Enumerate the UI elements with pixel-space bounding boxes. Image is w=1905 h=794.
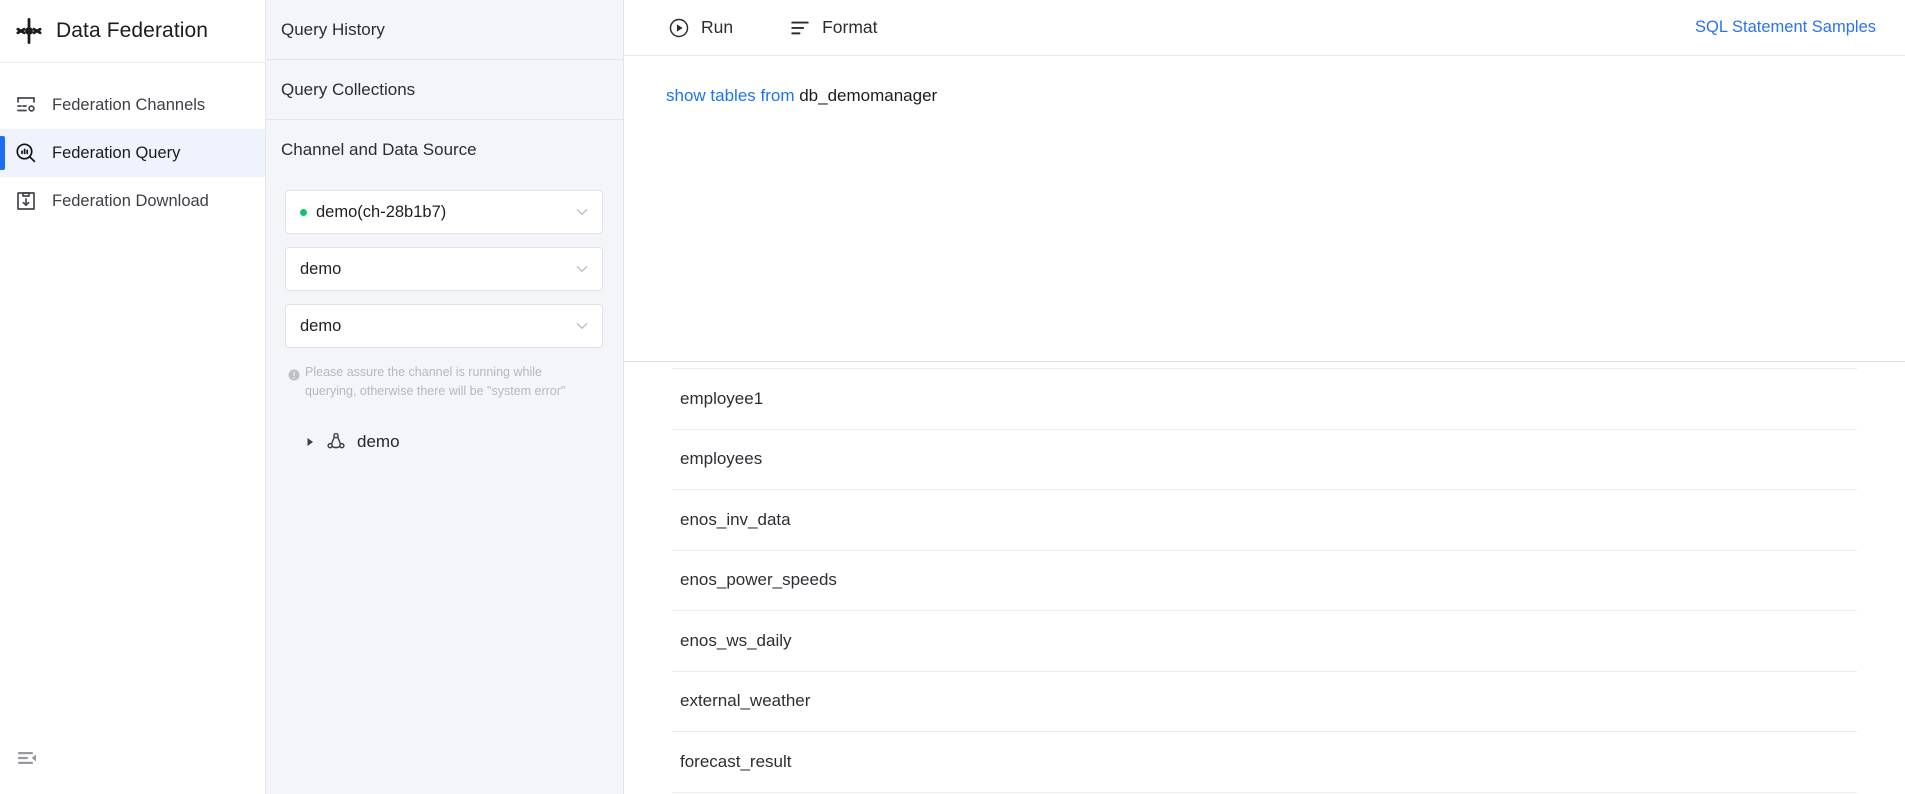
section-label: Query History xyxy=(281,20,385,40)
sql-identifier: db_demomanager xyxy=(795,86,938,105)
format-lines-icon xyxy=(789,17,811,39)
section-channel-and-data-source: Channel and Data Source xyxy=(266,120,623,180)
snowflake-logo-icon xyxy=(14,16,44,46)
channel-select-value: demo(ch-28b1b7) xyxy=(316,203,446,222)
table-cell-name: forecast_result xyxy=(680,752,792,772)
section-query-collections[interactable]: Query Collections xyxy=(266,60,623,120)
table-row[interactable]: enos_ws_daily xyxy=(672,611,1857,672)
tree-item-label: demo xyxy=(357,432,400,452)
download-box-icon xyxy=(14,189,38,213)
brand-header: Data Federation xyxy=(0,0,265,63)
data-source-tree: demo xyxy=(285,427,603,457)
sidebar-item-federation-download[interactable]: Federation Download xyxy=(0,177,265,225)
sidebar-item-federation-query[interactable]: Federation Query xyxy=(0,129,265,177)
channel-select[interactable]: demo(ch-28b1b7) xyxy=(285,190,603,234)
datasource-select-value: demo xyxy=(300,260,341,279)
play-circle-icon xyxy=(668,17,690,39)
table-row[interactable]: employees xyxy=(672,430,1857,491)
chevron-down-icon xyxy=(574,261,590,277)
editor-toolbar: Run Format SQL Statement Samples xyxy=(624,0,1905,56)
table-cell-name: enos_ws_daily xyxy=(680,631,792,651)
sidebar-nav: Federation Channels Federation Query xyxy=(0,63,265,225)
table-cell-name: external_weather xyxy=(680,691,810,711)
database-select-value: demo xyxy=(300,317,341,336)
sql-statement-samples-link[interactable]: SQL Statement Samples xyxy=(1695,18,1876,37)
channel-running-hint: Please assure the channel is running whi… xyxy=(285,361,585,402)
format-button-label: Format xyxy=(822,17,877,38)
status-dot-icon xyxy=(300,209,307,216)
table-row[interactable]: enos_power_speeds xyxy=(672,551,1857,612)
section-label: Channel and Data Source xyxy=(281,140,477,160)
run-button[interactable]: Run xyxy=(668,17,733,39)
table-row[interactable]: enos_inv_data xyxy=(672,490,1857,551)
expand-triangle-icon[interactable] xyxy=(305,437,315,447)
hint-text: Please assure the channel is running whi… xyxy=(305,363,583,402)
tree-item-demo[interactable]: demo xyxy=(305,427,603,457)
sidebar-item-label: Federation Download xyxy=(52,192,209,211)
sidebar-item-label: Federation Query xyxy=(52,144,180,163)
table-cell-name: employees xyxy=(680,449,762,469)
channel-data-source-body: demo(ch-28b1b7) demo demo xyxy=(266,180,623,457)
table-cell-name: enos_inv_data xyxy=(680,510,791,530)
sidebar-collapse-icon[interactable] xyxy=(15,746,39,770)
query-panel: Query History Query Collections Channel … xyxy=(266,0,624,794)
sql-statement-line: show tables from db_demomanager xyxy=(666,84,1905,108)
main-area: Run Format SQL Statement Samples show ta… xyxy=(624,0,1905,794)
table-row[interactable]: external_weather xyxy=(672,672,1857,733)
sql-editor[interactable]: show tables from db_demomanager xyxy=(624,56,1905,362)
format-button[interactable]: Format xyxy=(789,17,877,39)
data-source-node-icon xyxy=(325,431,347,453)
sql-keyword: show tables from xyxy=(666,86,795,105)
sidebar-footer xyxy=(0,722,265,794)
query-magnifier-icon xyxy=(14,141,38,165)
section-query-history[interactable]: Query History xyxy=(266,0,623,60)
sidebar: Data Federation Federation Channels xyxy=(0,0,266,794)
table-cell-name: employee1 xyxy=(680,389,763,409)
run-button-label: Run xyxy=(701,17,733,38)
results-table: employee1 employees enos_inv_data enos_powe… xyxy=(624,369,1905,793)
database-select[interactable]: demo xyxy=(285,304,603,348)
app-root: Data Federation Federation Channels xyxy=(0,0,1905,794)
sidebar-item-federation-channels[interactable]: Federation Channels xyxy=(0,81,265,129)
sidebar-item-label: Federation Channels xyxy=(52,96,205,115)
chevron-down-icon xyxy=(574,318,590,334)
page-title: Data Federation xyxy=(56,19,208,43)
results-panel: employee1 employees enos_inv_data enos_powe… xyxy=(624,362,1905,794)
datasource-select[interactable]: demo xyxy=(285,247,603,291)
info-icon xyxy=(288,366,300,378)
table-row[interactable]: employee1 xyxy=(672,369,1857,430)
channels-icon xyxy=(14,93,38,117)
section-label: Query Collections xyxy=(281,80,415,100)
chevron-down-icon xyxy=(574,204,590,220)
table-row[interactable]: forecast_result xyxy=(672,732,1857,793)
table-cell-name: enos_power_speeds xyxy=(680,570,837,590)
